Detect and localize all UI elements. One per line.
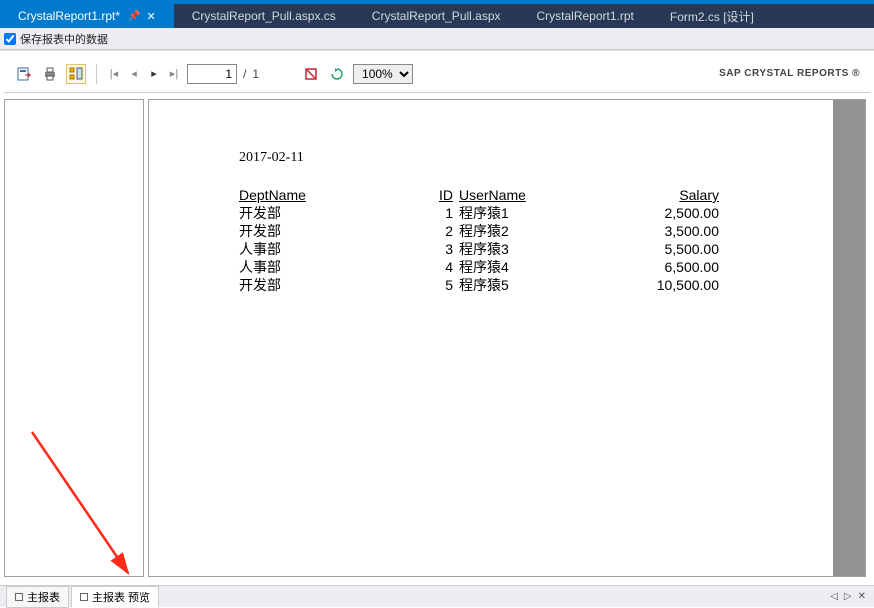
close-icon[interactable]: ✕ <box>147 10 156 23</box>
first-page-button[interactable]: |◂ <box>107 67 121 80</box>
table-row: 人事部3程序猿35,500.00 <box>239 240 813 258</box>
tab-label: CrystalReport1.rpt* <box>18 9 120 23</box>
report-viewer: |◂ ◂ ▸ ▸| / 1 100% SAP CRYSTAL REPORTS ®… <box>0 50 874 585</box>
cell-dept: 人事部 <box>239 240 429 258</box>
viewer-toolbar: |◂ ◂ ▸ ▸| / 1 100% SAP CRYSTAL REPORTS ® <box>4 55 870 93</box>
report-table: DeptName ID UserName Salary 开发部1程序猿12,50… <box>239 186 813 294</box>
cell-user: 程序猿5 <box>459 276 619 294</box>
cell-salary: 10,500.00 <box>619 276 719 294</box>
scroll-left-button[interactable]: ◁ <box>830 591 838 602</box>
table-row: 人事部4程序猿46,500.00 <box>239 258 813 276</box>
cell-salary: 5,500.00 <box>619 240 719 258</box>
footer-tab-main-report[interactable]: 主报表 <box>6 586 69 608</box>
next-page-button[interactable]: ▸ <box>147 67 161 80</box>
pin-icon[interactable]: 📌 <box>128 11 140 22</box>
tab-label: CrystalReport_Pull.aspx.cs <box>192 9 336 23</box>
report-canvas[interactable]: 2017-02-11 DeptName ID UserName Salary 开… <box>148 99 866 577</box>
col-header-user: UserName <box>459 186 619 204</box>
refresh-button[interactable] <box>327 64 347 84</box>
page-separator: / <box>243 67 246 81</box>
cell-dept: 开发部 <box>239 222 429 240</box>
cell-id: 4 <box>429 258 459 276</box>
brand-label: SAP CRYSTAL REPORTS ® <box>719 68 860 79</box>
table-row: 开发部2程序猿23,500.00 <box>239 222 813 240</box>
cell-id: 5 <box>429 276 459 294</box>
col-header-id: ID <box>429 186 459 204</box>
document-tabs: CrystalReport1.rpt* 📌 ✕ CrystalReport_Pu… <box>0 4 874 28</box>
save-data-checkbox[interactable] <box>4 33 16 45</box>
cell-user: 程序猿4 <box>459 258 619 276</box>
stop-button[interactable] <box>301 64 321 84</box>
tab-crystalreport1-rpt-dirty[interactable]: CrystalReport1.rpt* 📌 ✕ <box>0 4 174 28</box>
scroll-right-button[interactable]: ▷ <box>844 591 852 602</box>
tab-crystalreport-pull-aspx-cs[interactable]: CrystalReport_Pull.aspx.cs <box>174 4 354 28</box>
footer-tab-label: 主报表 预览 <box>92 589 150 605</box>
tab-label: Form2.cs [设计] <box>670 8 754 25</box>
col-header-salary: Salary <box>619 186 719 204</box>
last-page-button[interactable]: ▸| <box>167 67 181 80</box>
tab-label: CrystalReport_Pull.aspx <box>372 9 501 23</box>
page-total: 1 <box>252 67 259 81</box>
cell-dept: 开发部 <box>239 204 429 222</box>
print-button[interactable] <box>40 64 60 84</box>
designer-footer-tabs: 主报表 主报表 预览 ◁ ▷ ✕ <box>0 585 874 607</box>
footer-tab-main-report-preview[interactable]: 主报表 预览 <box>71 586 159 608</box>
table-row: 开发部1程序猿12,500.00 <box>239 204 813 222</box>
footer-controls: ◁ ▷ ✕ <box>830 591 874 602</box>
save-data-label: 保存报表中的数据 <box>20 31 108 47</box>
table-row: 开发部5程序猿510,500.00 <box>239 276 813 294</box>
tab-crystalreport-pull-aspx[interactable]: CrystalReport_Pull.aspx <box>354 4 519 28</box>
export-button[interactable] <box>14 64 34 84</box>
cell-salary: 2,500.00 <box>619 204 719 222</box>
cell-salary: 6,500.00 <box>619 258 719 276</box>
col-header-dept: DeptName <box>239 186 429 204</box>
cell-user: 程序猿1 <box>459 204 619 222</box>
cell-dept: 开发部 <box>239 276 429 294</box>
tab-crystalreport1-rpt[interactable]: CrystalReport1.rpt <box>519 4 652 28</box>
options-bar: 保存报表中的数据 <box>0 28 874 50</box>
group-tree-panel[interactable] <box>4 99 144 577</box>
cell-dept: 人事部 <box>239 258 429 276</box>
cell-salary: 3,500.00 <box>619 222 719 240</box>
close-panel-button[interactable]: ✕ <box>858 591 866 602</box>
prev-page-button[interactable]: ◂ <box>127 67 141 80</box>
tab-label: CrystalReport1.rpt <box>537 9 634 23</box>
footer-tab-label: 主报表 <box>27 589 60 605</box>
cell-id: 3 <box>429 240 459 258</box>
cell-id: 2 <box>429 222 459 240</box>
cell-id: 1 <box>429 204 459 222</box>
cell-user: 程序猿3 <box>459 240 619 258</box>
zoom-select[interactable]: 100% <box>353 64 413 84</box>
report-page: 2017-02-11 DeptName ID UserName Salary 开… <box>149 100 833 577</box>
cell-user: 程序猿2 <box>459 222 619 240</box>
report-date: 2017-02-11 <box>239 150 813 166</box>
page-number-input[interactable] <box>187 64 237 84</box>
report-icon <box>15 593 23 601</box>
report-icon <box>80 593 88 601</box>
tab-form2-cs-design[interactable]: Form2.cs [设计] <box>652 4 772 28</box>
toggle-tree-button[interactable] <box>66 64 86 84</box>
